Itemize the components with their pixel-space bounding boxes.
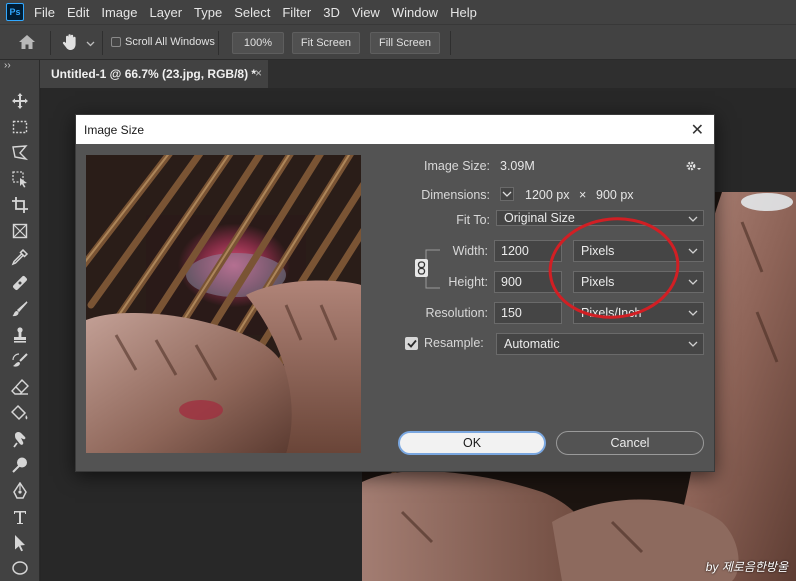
resample-value: Automatic [504,337,560,351]
menubar: Ps File Edit Image Layer Type Select Fil… [0,0,796,24]
ok-button[interactable]: OK [398,431,546,455]
gear-icon[interactable] [685,159,703,176]
dimensions-height: 900 px [596,188,634,202]
annotation-circle [548,217,680,319]
marquee-tool-icon[interactable] [8,116,32,138]
dimensions-width: 1200 px [525,188,570,202]
photoshop-logo[interactable]: Ps [6,3,24,21]
options-separator [102,31,103,55]
menu-view[interactable]: View [352,5,380,20]
chevron-down-icon [688,279,698,285]
paint-bucket-tool-icon[interactable] [8,402,32,424]
pen-tool-icon[interactable] [8,480,32,502]
resample-select[interactable]: Automatic [496,333,704,355]
zoom-100-button[interactable]: 100% [232,32,284,54]
clone-stamp-tool-icon[interactable] [8,324,32,346]
healing-brush-tool-icon[interactable] [8,272,32,294]
menu-edit[interactable]: Edit [67,5,89,20]
path-selection-tool-icon[interactable] [8,532,32,554]
lasso-tool-icon[interactable] [8,142,32,164]
chevron-down-icon [688,310,698,316]
object-selection-tool-icon[interactable] [8,168,32,190]
close-icon[interactable]: ✕ [691,120,704,140]
chevron-down-icon[interactable] [86,37,95,51]
brush-tool-icon[interactable] [8,298,32,320]
fit-to-label: Fit To: [456,213,490,227]
fill-screen-button[interactable]: Fill Screen [370,32,440,54]
height-label: Height: [448,275,488,289]
dodge-tool-icon[interactable] [8,454,32,476]
resample-checkbox[interactable] [405,337,418,350]
dialog-titlebar: Image Size ✕ [76,115,714,144]
document-tab-bar: Untitled-1 @ 66.7% (23.jpg, RGB/8) * × [40,60,796,88]
image-size-value: 3.09M [500,159,535,173]
document-tab[interactable]: Untitled-1 @ 66.7% (23.jpg, RGB/8) * × [40,60,268,88]
menu-help[interactable]: Help [450,5,477,20]
options-bar: Scroll All Windows 100% Fit Screen Fill … [0,24,796,60]
chevron-down-icon [688,248,698,254]
history-brush-tool-icon[interactable] [8,350,32,372]
image-preview[interactable] [86,155,361,453]
home-icon[interactable] [18,34,36,53]
fit-screen-button[interactable]: Fit Screen [292,32,360,54]
dimensions-chevron-icon[interactable] [500,187,514,201]
resolution-label: Resolution: [425,306,488,320]
move-tool-icon[interactable] [8,90,32,112]
image-size-label: Image Size: [423,159,490,173]
eraser-tool-icon[interactable] [8,376,32,398]
menu-layer[interactable]: Layer [150,5,183,20]
menu-filter[interactable]: Filter [282,5,311,20]
cancel-button[interactable]: Cancel [556,431,704,455]
crop-tool-icon[interactable] [8,194,32,216]
scroll-all-windows-checkbox[interactable] [111,37,121,47]
smudge-tool-icon[interactable] [8,428,32,450]
chevron-down-icon [688,341,698,347]
menu-type[interactable]: Type [194,5,222,20]
hand-tool-icon[interactable] [60,32,80,55]
resample-label: Resample: [424,336,484,350]
collapse-panel-icon[interactable]: ›› [4,60,11,71]
close-tab-icon[interactable]: × [255,66,262,80]
type-tool-icon[interactable] [8,506,32,528]
options-separator [450,31,451,55]
eyedropper-tool-icon[interactable] [8,246,32,268]
watermark: by 제로음한방울 [705,560,788,574]
options-separator [218,31,219,55]
menu-window[interactable]: Window [392,5,438,20]
menu-file[interactable]: File [34,5,55,20]
ellipse-tool-icon[interactable] [8,557,32,579]
options-separator [50,31,51,55]
scroll-all-windows-label: Scroll All Windows [125,36,215,48]
menu-image[interactable]: Image [101,5,137,20]
document-tab-title: Untitled-1 @ 66.7% (23.jpg, RGB/8) * [51,67,257,81]
chevron-down-icon [688,216,698,222]
menu-3d[interactable]: 3D [323,5,340,20]
dialog-title: Image Size [84,122,145,137]
dimensions-label: Dimensions: [421,188,490,202]
width-label: Width: [452,244,488,258]
menu-select[interactable]: Select [234,5,270,20]
toolbox: ›› [0,60,40,581]
dimensions-times: × [579,188,587,202]
frame-tool-icon[interactable] [8,220,32,242]
